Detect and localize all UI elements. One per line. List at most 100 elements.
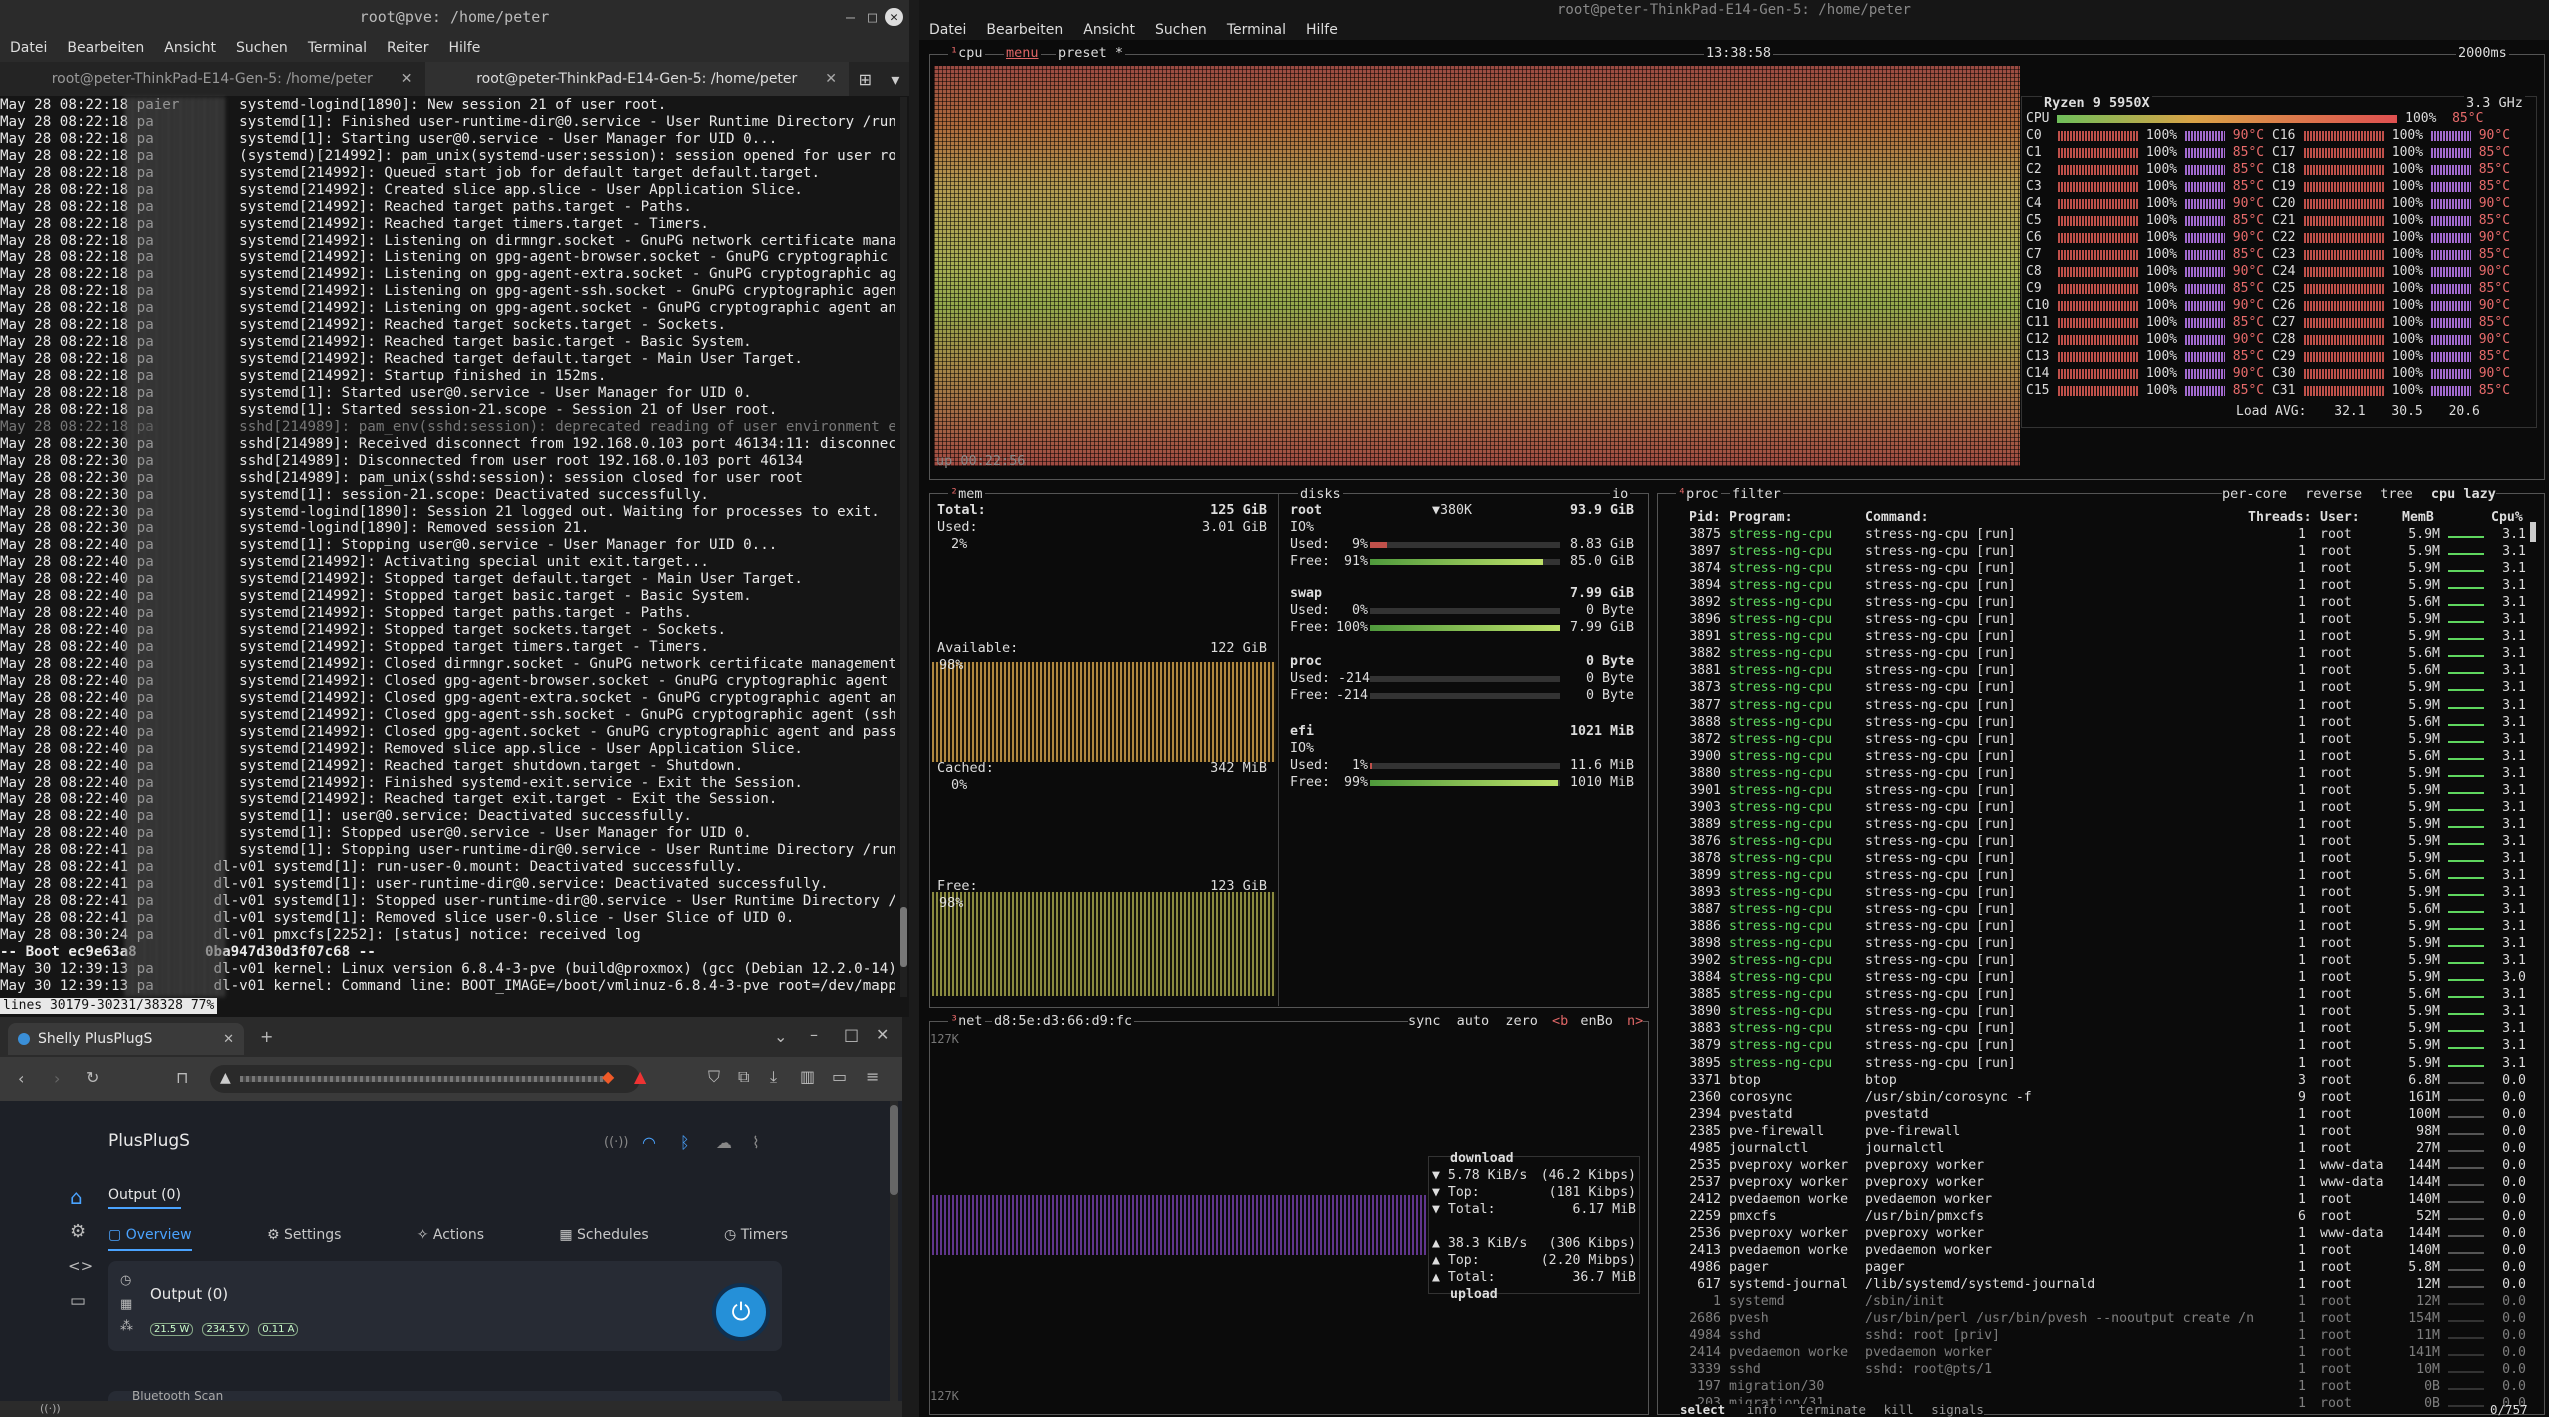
process-row[interactable]: 3888 stress-ng-cpu stress-ng-cpu [run] 1 roo… [1684,714,2534,731]
reload-icon[interactable]: ↻ [86,1068,99,1087]
proc-scrollbar[interactable] [2530,522,2536,542]
browser-tab-shelly[interactable]: Shelly PlusPlugS ✕ [8,1023,244,1055]
tab-schedules[interactable]: ▦ Schedules [559,1227,648,1251]
extensions-icon[interactable]: ⧉ [738,1067,749,1087]
process-row[interactable]: 3886 stress-ng-cpu stress-ng-cpu [run] 1 roo… [1684,918,2534,935]
process-row[interactable]: 3884 stress-ng-cpu stress-ng-cpu [run] 1 roo… [1684,969,2534,986]
new-tab-plus-icon[interactable]: + [260,1027,273,1046]
col-command[interactable]: Command: [1865,509,1929,526]
menu-datei[interactable]: Datei [0,40,57,56]
close-icon[interactable]: ✕ [876,1025,889,1044]
process-row[interactable]: 2414 pvedaemon worke pvedaemon worker 1 root… [1684,1344,2534,1361]
brave-rewards-icon[interactable]: ▲ [634,1067,646,1086]
process-row[interactable]: 3339 sshd sshd: root@pts/1 1 root 10M 0.0 [1684,1361,2534,1378]
tab-close-icon[interactable]: ✕ [223,1032,234,1047]
proc-select[interactable]: select [1680,1402,1725,1417]
power-toggle-button[interactable]: ⏻ [712,1283,770,1341]
col-user[interactable]: User: [2320,509,2360,526]
process-row[interactable]: 3875 stress-ng-cpu stress-ng-cpu [run] 1 roo… [1684,526,2534,543]
process-row[interactable]: 3881 stress-ng-cpu stress-ng-cpu [run] 1 roo… [1684,662,2534,679]
address-bar[interactable]: ▲ [210,1065,640,1093]
settings-gear-icon[interactable]: ⚙ [70,1221,86,1242]
proc-kill[interactable]: kill [1884,1402,1914,1417]
process-row[interactable]: 3889 stress-ng-cpu stress-ng-cpu [run] 1 roo… [1684,816,2534,833]
tab-close-icon[interactable]: ✕ [825,71,837,87]
menu-hamburger-icon[interactable]: ≡ [866,1067,879,1086]
tab-overview[interactable]: ▢ Overview [108,1227,192,1251]
process-row[interactable]: 3890 stress-ng-cpu stress-ng-cpu [run] 1 roo… [1684,1003,2534,1020]
process-row[interactable]: 3878 stress-ng-cpu stress-ng-cpu [run] 1 roo… [1684,850,2534,867]
proc-info[interactable]: info [1747,1402,1777,1417]
process-row[interactable]: 3901 stress-ng-cpu stress-ng-cpu [run] 1 roo… [1684,782,2534,799]
close-icon[interactable]: ✕ [885,8,903,26]
process-row[interactable]: 3902 stress-ng-cpu stress-ng-cpu [run] 1 roo… [1684,952,2534,969]
process-row[interactable]: 4985 journalctl journalctl 1 root 27M 0.0 [1684,1140,2534,1157]
col-threads[interactable]: Threads: [2248,509,2312,526]
net-auto[interactable]: auto [1457,1013,1490,1029]
sidebar-icon[interactable]: ▥ [800,1067,815,1086]
menu-ansicht[interactable]: Ansicht [154,40,226,56]
menu-bearbeiten[interactable]: Bearbeiten [57,40,154,56]
shield-icon[interactable]: ⛉ [708,1067,720,1087]
process-row[interactable]: 3371 btop btop 3 root 6.8M 0.0 [1684,1072,2534,1089]
process-row[interactable]: 3872 stress-ng-cpu stress-ng-cpu [run] 1 roo… [1684,731,2534,748]
process-row[interactable]: 617 systemd-journal/lib/systemd/systemd-j… [1684,1276,2534,1293]
process-row[interactable]: 1 systemd/sbin/init 1 root 12M 0.0 [1684,1293,2534,1310]
process-row[interactable]: 2536 pveproxy worker pveproxy worker 1 www-d… [1684,1225,2534,1242]
maximize-icon[interactable]: □ [844,1025,859,1044]
process-row[interactable]: 3882 stress-ng-cpu stress-ng-cpu [run] 1 roo… [1684,645,2534,662]
process-row[interactable]: 2686 pvesh/usr/bin/perl /usr/bin/pvesh --… [1684,1310,2534,1327]
process-row[interactable]: 3880 stress-ng-cpu stress-ng-cpu [run] 1 roo… [1684,765,2534,782]
proc-per-core[interactable]: per-core [2222,486,2287,502]
monitor-icon[interactable]: ▭ [70,1291,86,1311]
output-chip[interactable]: Output (0) [108,1187,181,1209]
scrollbar-thumb[interactable] [900,907,907,967]
back-arrow-icon[interactable]: ‹ [18,1069,24,1088]
process-row[interactable]: 2385 pve-firewall pve-firewall 1 root 98M 0.0 [1684,1123,2534,1140]
tab-search-chevron-icon[interactable]: ⌄ [774,1027,787,1046]
net-sync[interactable]: sync [1408,1013,1441,1029]
process-row[interactable]: 3879 stress-ng-cpu stress-ng-cpu [run] 1 roo… [1684,1037,2534,1054]
process-row[interactable]: 2537 pveproxy worker pveproxy worker 1 www-d… [1684,1174,2534,1191]
process-row[interactable]: 2360 corosync/usr/sbin/corosync -f 9 root 16… [1684,1089,2534,1106]
menu-bearbeiten[interactable]: Bearbeiten [976,22,1073,38]
forward-arrow-icon[interactable]: › [54,1069,60,1088]
terminal-scrollbar[interactable] [900,97,907,997]
process-row[interactable]: 3873 stress-ng-cpu stress-ng-cpu [run] 1 roo… [1684,679,2534,696]
process-row[interactable]: 3903 stress-ng-cpu stress-ng-cpu [run] 1 roo… [1684,799,2534,816]
process-row[interactable]: 3876 stress-ng-cpu stress-ng-cpu [run] 1 roo… [1684,833,2534,850]
net-interface[interactable]: d8:5e:d3:66:d9:fc [992,1013,1135,1029]
menu-ansicht[interactable]: Ansicht [1073,22,1145,38]
proc-reverse[interactable]: reverse [2305,486,2362,502]
process-row[interactable]: 3894 stress-ng-cpu stress-ng-cpu [run] 1 roo… [1684,577,2534,594]
process-row[interactable]: 4986 pager pager 1 root 5.8M 0.0 [1684,1259,2534,1276]
process-row[interactable]: 3892 stress-ng-cpu stress-ng-cpu [run] 1 roo… [1684,594,2534,611]
process-row[interactable]: 3900 stress-ng-cpu stress-ng-cpu [run] 1 roo… [1684,748,2534,765]
process-row[interactable]: 2394 pvestatd pvestatd 1 root 100M 0.0 [1684,1106,2534,1123]
col-pid[interactable]: Pid: [1689,509,1721,526]
proc-terminate[interactable]: terminate [1798,1402,1866,1417]
col-cpu[interactable]: Cpu% [2491,509,2523,526]
menu-datei[interactable]: Datei [919,22,976,38]
wallet-icon[interactable]: ▭ [832,1067,847,1086]
menu-suchen[interactable]: Suchen [1145,22,1217,38]
terminal-tab-1[interactable]: root@peter-ThinkPad-E14-Gen-5: /home/pet… [0,62,425,96]
process-row[interactable]: 3896 stress-ng-cpu stress-ng-cpu [run] 1 roo… [1684,611,2534,628]
process-row[interactable]: 3883 stress-ng-cpu stress-ng-cpu [run] 1 roo… [1684,1020,2534,1037]
process-row[interactable]: 4984 sshd sshd: root [priv] 1 root 11M 0.0 [1684,1327,2534,1344]
code-icon[interactable]: <> [68,1257,93,1275]
process-row[interactable]: 197 migration/30 1 root 0B 0.0 [1684,1378,2534,1395]
menu-reiter[interactable]: Reiter [377,40,438,56]
proc-tree[interactable]: tree [2380,486,2413,502]
process-row[interactable]: 3885 stress-ng-cpu stress-ng-cpu [run] 1 roo… [1684,986,2534,1003]
process-row[interactable]: 3893 stress-ng-cpu stress-ng-cpu [run] 1 roo… [1684,884,2534,901]
process-row[interactable]: 3899 stress-ng-cpu stress-ng-cpu [run] 1 roo… [1684,867,2534,884]
process-row[interactable]: 3891 stress-ng-cpu stress-ng-cpu [run] 1 roo… [1684,628,2534,645]
net-zero[interactable]: zero [1505,1013,1538,1029]
brave-shields-icon[interactable]: ◆ [602,1067,614,1086]
terminal-tab-2[interactable]: root@peter-ThinkPad-E14-Gen-5: /home/pet… [424,62,849,96]
disks-io-toggle[interactable]: io [1610,486,1631,502]
process-row[interactable]: 2535 pveproxy worker pveproxy worker 1 www-d… [1684,1157,2534,1174]
menu-button[interactable]: menu [1004,45,1041,61]
col-program[interactable]: Program: [1729,509,1793,526]
